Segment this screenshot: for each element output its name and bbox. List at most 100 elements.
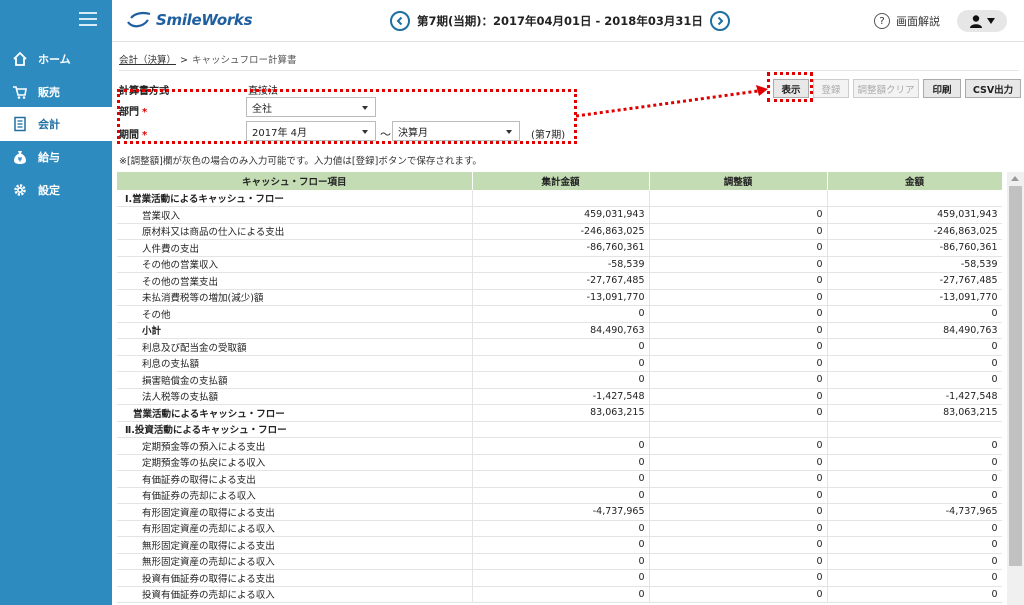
cell-adjustment-amount[interactable]: 0	[649, 470, 828, 488]
sidebar-item-settings[interactable]: 設定	[0, 173, 112, 207]
cell-aggregate-amount: 0	[472, 586, 650, 603]
cell-item-label: 原材料又は商品の仕入による支出	[117, 223, 473, 240]
table-row: 定期預金等の預入による支出 0 0 0	[117, 437, 1002, 455]
cell-item-label: 人件費の支出	[117, 239, 473, 257]
sidebar-item-label: 設定	[38, 184, 60, 197]
period-label: 第7期(当期)：2017年04月01日 - 2018年03月31日	[417, 14, 703, 28]
table-row: 有形固定資産の取得による支出 -4,737,965 0 -4,737,965	[117, 503, 1002, 521]
cell-adjustment-amount[interactable]: 0	[649, 305, 828, 323]
cell-item-label: 営業収入	[117, 206, 473, 224]
clear-adjustment-button[interactable]: 調整額クリア	[853, 79, 919, 98]
cell-adjustment-amount[interactable]	[649, 421, 828, 438]
annotation-arrow	[575, 85, 768, 118]
cell-amount: 83,063,215	[827, 404, 1002, 422]
cell-amount: -246,863,025	[827, 223, 1002, 240]
cell-adjustment-amount[interactable]: 0	[649, 553, 828, 570]
register-button[interactable]: 登録	[813, 79, 849, 98]
cell-aggregate-amount: 459,031,943	[472, 206, 650, 224]
cell-item-label: 小計	[117, 322, 473, 339]
cell-aggregate-amount	[472, 421, 650, 438]
table-row: 営業収入 459,031,943 0 459,031,943	[117, 206, 1002, 224]
cell-aggregate-amount: -4,737,965	[472, 503, 650, 521]
cell-adjustment-amount[interactable]: 0	[649, 256, 828, 273]
cell-adjustment-amount[interactable]: 0	[649, 388, 828, 405]
help-button[interactable]: ? 画面解説	[874, 13, 940, 29]
cell-adjustment-amount[interactable]: 0	[649, 503, 828, 521]
cell-adjustment-amount[interactable]: 0	[649, 520, 828, 537]
print-button[interactable]: 印刷	[923, 79, 961, 98]
next-period-button[interactable]	[709, 11, 730, 31]
main-content: 会計（決算） > キャッシュフロー計算書 計算書方式 直接法 部門 * 全社 期間 * …	[112, 42, 1024, 605]
cell-adjustment-amount[interactable]: 0	[649, 322, 828, 339]
ledger-icon	[11, 115, 29, 133]
table-row: 原材料又は商品の仕入による支出 -246,863,025 0 -246,863,025	[117, 223, 1002, 240]
cell-adjustment-amount[interactable]: 0	[649, 437, 828, 455]
cell-adjustment-amount[interactable]: 0	[649, 454, 828, 471]
table-row: 利息及び配当金の受取額 0 0 0	[117, 338, 1002, 356]
cell-amount: 0	[827, 470, 1002, 488]
cell-adjustment-amount[interactable]: 0	[649, 586, 828, 603]
logo-text: SmileWorks	[156, 11, 253, 29]
table-row: 有価証券の売却による収入 0 0 0	[117, 487, 1002, 504]
cell-adjustment-amount[interactable]: 0	[649, 404, 828, 422]
scrollbar-thumb[interactable]	[1009, 186, 1022, 566]
cell-amount: 0	[827, 553, 1002, 570]
hamburger-menu-icon[interactable]	[79, 12, 97, 26]
sidebar-item-accounting[interactable]: 会計	[0, 107, 112, 141]
breadcrumb-parent-link[interactable]: 会計（決算）	[119, 55, 176, 66]
question-icon: ?	[874, 13, 890, 29]
sidebar-item-label: ホーム	[38, 53, 71, 66]
cell-aggregate-amount: 0	[472, 355, 650, 372]
scroll-up-arrow-icon[interactable]	[1011, 176, 1019, 181]
period-navigator: 第7期(当期)：2017年04月01日 - 2018年03月31日	[390, 11, 730, 31]
sidebar-item-home[interactable]: ホーム	[0, 42, 112, 76]
cell-adjustment-amount[interactable]: 0	[649, 239, 828, 257]
cell-item-label: 利息の支払額	[117, 355, 473, 372]
cell-adjustment-amount[interactable]: 0	[649, 371, 828, 389]
cell-amount: -13,091,770	[827, 289, 1002, 306]
cell-item-label: 損害賠償金の支払額	[117, 371, 473, 389]
cell-amount: -1,427,548	[827, 388, 1002, 405]
caret-down-icon	[986, 18, 995, 24]
cell-aggregate-amount: 0	[472, 536, 650, 554]
sidebar-item-sales[interactable]: 販売	[0, 75, 112, 109]
cell-item-label: 有価証券の売却による収入	[117, 487, 473, 504]
cell-aggregate-amount	[472, 190, 650, 207]
table-row: 利息の支払額 0 0 0	[117, 355, 1002, 372]
table-row: 小計 84,490,763 0 84,490,763	[117, 322, 1002, 339]
cell-aggregate-amount: 0	[472, 454, 650, 471]
highlight-box	[117, 89, 577, 144]
sidebar-item-payroll[interactable]: ¥ 給与	[0, 140, 112, 174]
user-menu-button[interactable]	[957, 10, 1007, 32]
cell-adjustment-amount[interactable]: 0	[649, 223, 828, 240]
column-header: 集計金額	[472, 172, 650, 190]
cell-adjustment-amount[interactable]: 0	[649, 487, 828, 504]
cell-adjustment-amount[interactable]: 0	[649, 569, 828, 587]
cell-adjustment-amount[interactable]: 0	[649, 355, 828, 372]
cell-adjustment-amount[interactable]: 0	[649, 338, 828, 356]
cell-adjustment-amount[interactable]: 0	[649, 289, 828, 306]
input-note: ※[調整額]欄が灰色の場合のみ入力可能です。入力値は[登録]ボタンで保存されます…	[119, 156, 482, 167]
cell-adjustment-amount[interactable]: 0	[649, 206, 828, 224]
cell-item-label: その他	[117, 305, 473, 323]
cell-adjustment-amount[interactable]	[649, 190, 828, 207]
cell-aggregate-amount: 0	[472, 520, 650, 537]
cell-amount: 0	[827, 355, 1002, 372]
table-row: 無形固定資産の売却による収入 0 0 0	[117, 553, 1002, 570]
cell-aggregate-amount: 84,490,763	[472, 322, 650, 339]
table-header-row: キャッシュ・フロー項目 集計金額 調整額 金額	[117, 172, 1002, 190]
cell-adjustment-amount[interactable]: 0	[649, 272, 828, 290]
previous-period-button[interactable]	[390, 11, 410, 31]
vertical-scrollbar[interactable]	[1007, 172, 1024, 605]
show-button[interactable]: 表示	[773, 79, 809, 98]
table-row: 無形固定資産の取得による支出 0 0 0	[117, 536, 1002, 554]
cell-aggregate-amount: -58,539	[472, 256, 650, 273]
cell-item-label: Ⅰ.営業活動によるキャッシュ・フロー	[117, 190, 473, 207]
cell-adjustment-amount[interactable]: 0	[649, 536, 828, 554]
logo[interactable]: SmileWorks	[126, 10, 253, 30]
header: SmileWorks 第7期(当期)：2017年04月01日 - 2018年03…	[112, 0, 1024, 42]
table-row: Ⅰ.営業活動によるキャッシュ・フロー	[117, 190, 1002, 207]
cell-aggregate-amount: 0	[472, 553, 650, 570]
csv-export-button[interactable]: CSV出力	[965, 79, 1021, 98]
table-row: 未払消費税等の増加(減少)額 -13,091,770 0 -13,091,770	[117, 289, 1002, 306]
